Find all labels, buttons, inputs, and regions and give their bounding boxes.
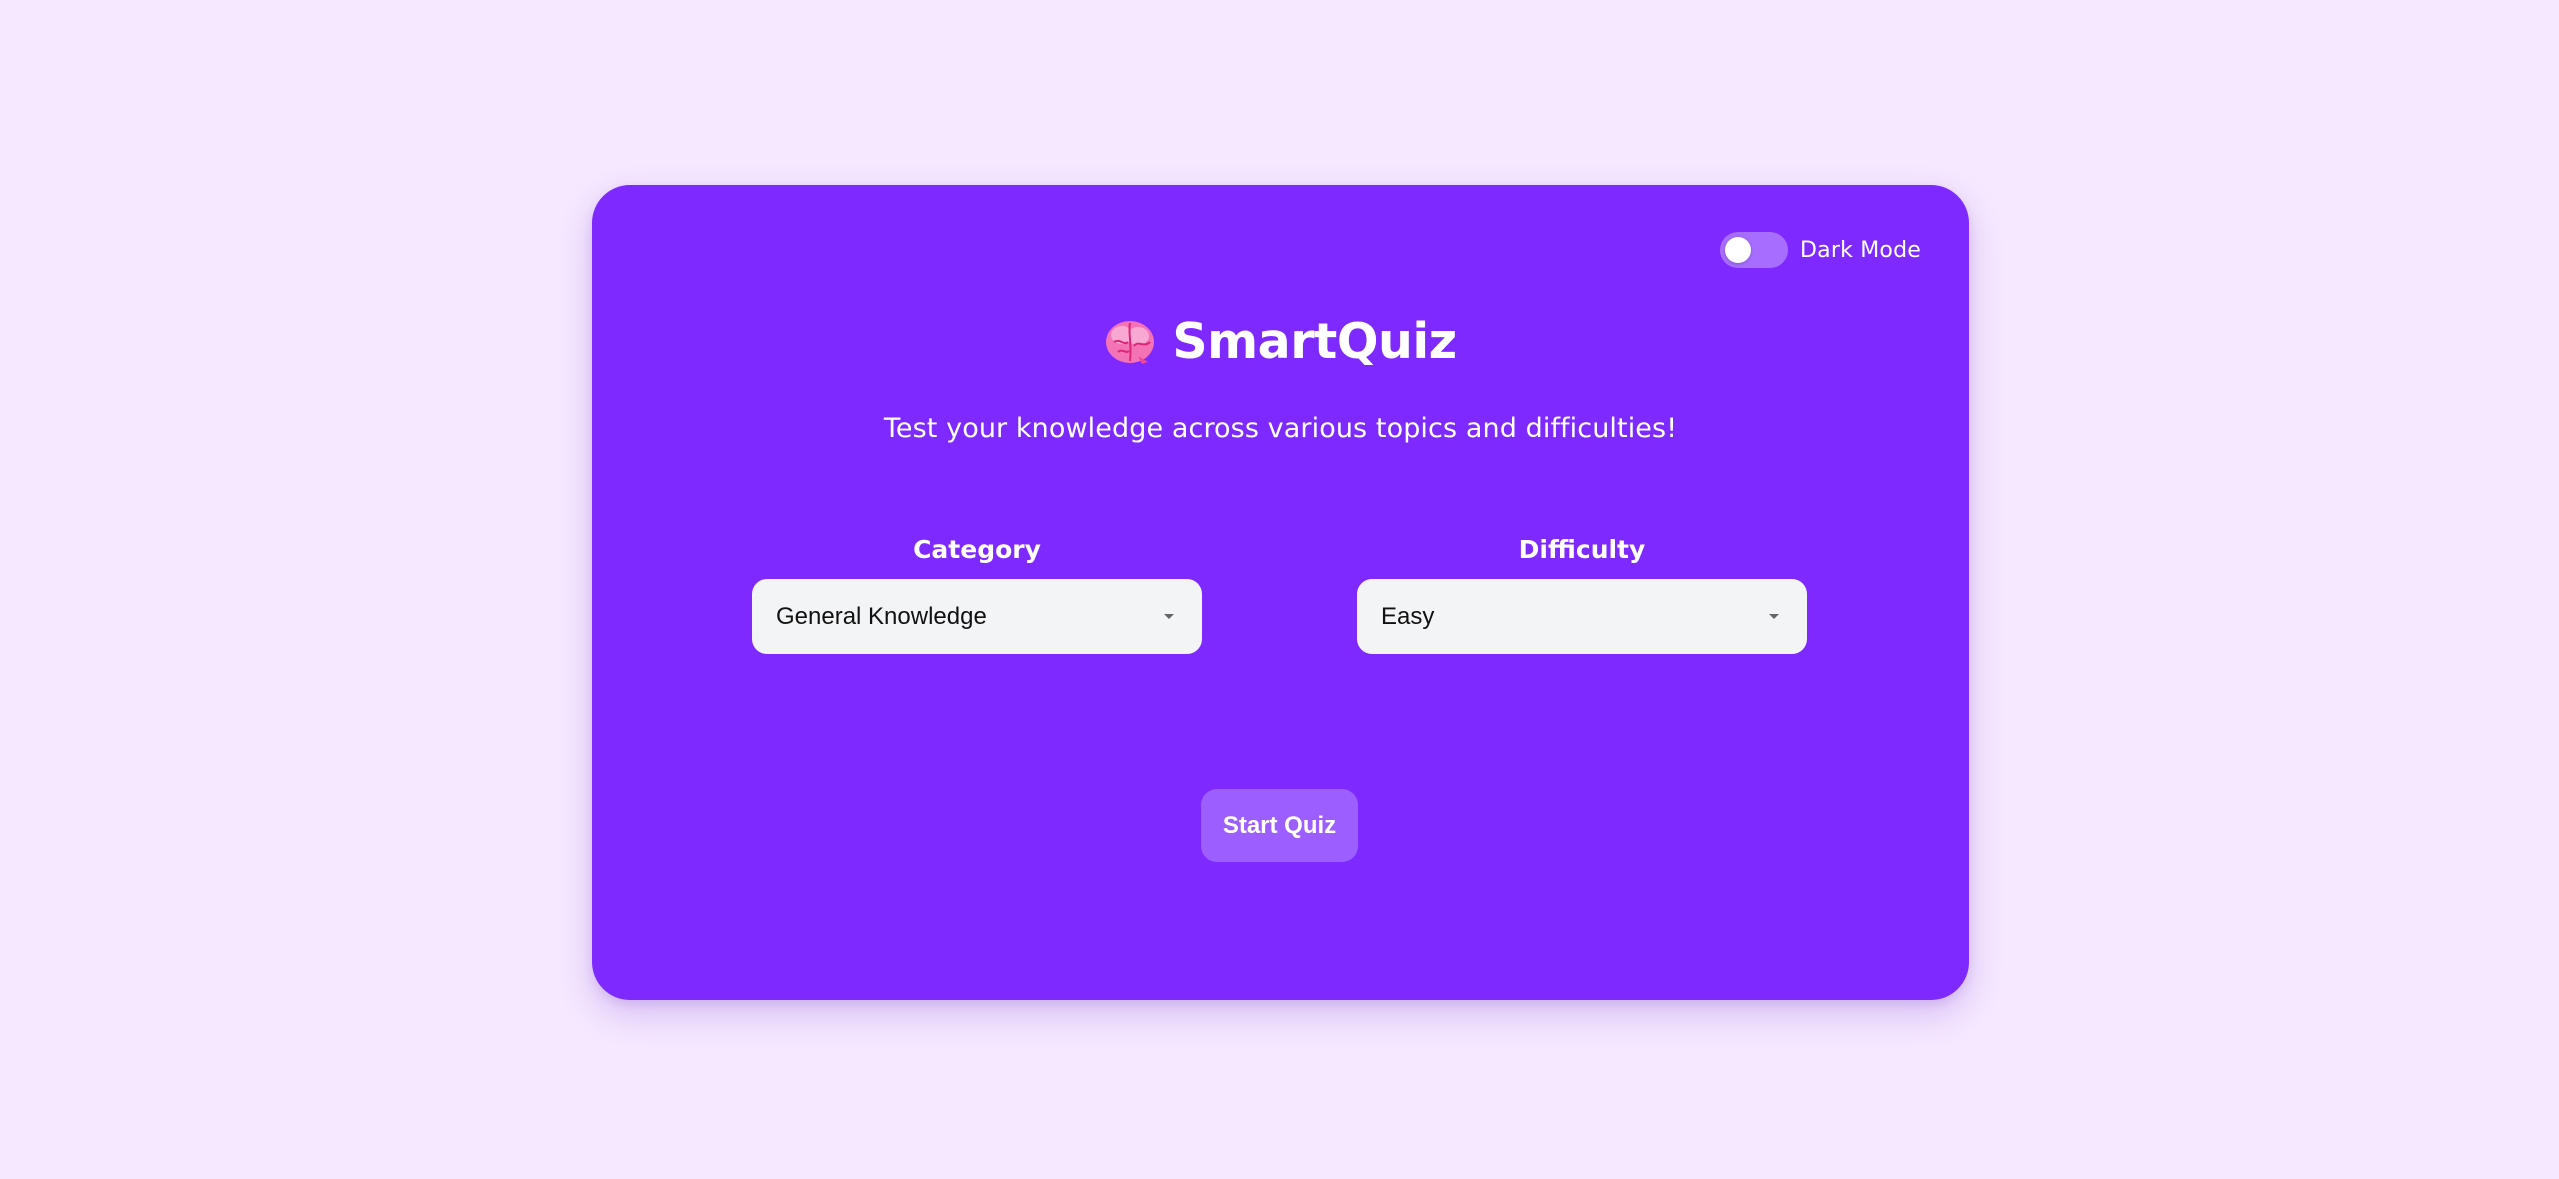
dark-mode-toggle[interactable]: Dark Mode	[1720, 232, 1921, 268]
difficulty-field: Difficulty Easy	[1357, 535, 1807, 654]
difficulty-label: Difficulty	[1518, 535, 1646, 564]
toggle-switch[interactable]	[1720, 232, 1789, 268]
category-field: Category General Knowledge	[752, 535, 1202, 654]
brain-icon	[1106, 320, 1155, 364]
category-select[interactable]: General Knowledge	[752, 579, 1202, 654]
dark-mode-label: Dark Mode	[1800, 237, 1921, 263]
app-header: SmartQuiz	[592, 313, 1969, 370]
app-title: SmartQuiz	[1172, 313, 1457, 370]
difficulty-select[interactable]: Easy	[1357, 579, 1807, 654]
start-quiz-button[interactable]: Start Quiz	[1201, 789, 1358, 862]
difficulty-selected-value: Easy	[1381, 602, 1435, 630]
toggle-knob	[1725, 237, 1752, 263]
chevron-down-icon	[1164, 614, 1174, 619]
quiz-setup-card: Dark Mode SmartQuiz Test your knowledge …	[592, 185, 1969, 1000]
chevron-down-icon	[1769, 614, 1779, 619]
category-label: Category	[913, 535, 1041, 564]
category-selected-value: General Knowledge	[776, 602, 987, 630]
app-subtitle: Test your knowledge across various topic…	[883, 413, 1678, 444]
